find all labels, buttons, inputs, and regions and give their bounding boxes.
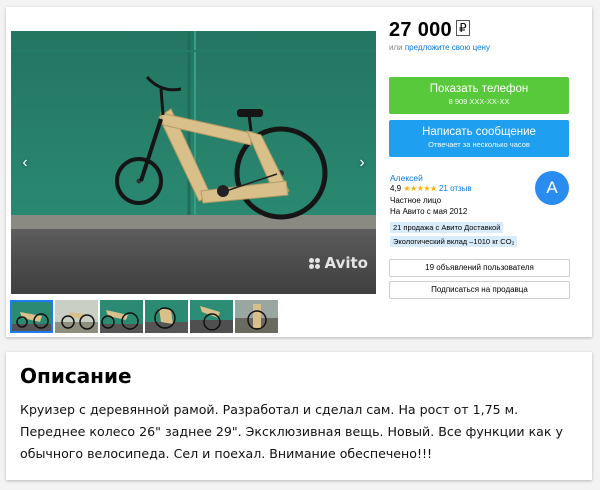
- reviews-link[interactable]: 21 отзыв: [439, 184, 472, 193]
- description-title: Описание: [20, 364, 132, 388]
- send-message-button[interactable]: Написать сообщение Отвечает за несколько…: [389, 120, 569, 157]
- thumbnail-strip: [10, 300, 278, 333]
- show-phone-button[interactable]: Показать телефон 8 909 ХХХ-ХХ-ХХ: [389, 77, 569, 114]
- rating-value: 4,9: [390, 184, 402, 193]
- chevron-right-icon[interactable]: ›: [354, 151, 370, 175]
- thumbnail[interactable]: [55, 300, 98, 333]
- user-ads-button[interactable]: 19 объявлений пользователя: [389, 259, 570, 277]
- phone-number-masked: 8 909 ХХХ-ХХ-ХХ: [448, 97, 510, 106]
- response-time: Отвечает за несколько часов: [428, 140, 530, 149]
- eco-badge: Экологический вклад –1010 кг CO₂: [390, 236, 518, 247]
- thumbnail[interactable]: [145, 300, 188, 333]
- show-phone-label: Показать телефон: [429, 83, 529, 95]
- ruble-icon: ₽: [455, 20, 470, 36]
- offer-prefix: или: [389, 43, 403, 52]
- thumbnail[interactable]: [10, 300, 53, 333]
- subscribe-button[interactable]: Подписаться на продавца: [389, 281, 570, 299]
- seller-rating: 4,9 ★★★★★ 21 отзыв: [390, 184, 472, 193]
- send-message-label: Написать сообщение: [422, 126, 536, 138]
- listing-card: ‹ › Avito 27 000₽ или предложите свою ц: [6, 7, 592, 337]
- price-value: 27 000: [389, 19, 452, 41]
- price-offer: или предложите свою цену: [389, 43, 490, 52]
- seller-name-link[interactable]: Алексей: [390, 173, 423, 183]
- star-rating-icon: ★★★★★: [403, 184, 437, 193]
- description-card: Описание Круизер с деревянной рамой. Раз…: [6, 352, 592, 480]
- chevron-left-icon[interactable]: ‹: [17, 151, 33, 175]
- watermark-text: Avito: [324, 254, 368, 272]
- thumbnail[interactable]: [190, 300, 233, 333]
- thumbnail[interactable]: [235, 300, 278, 333]
- avito-watermark: Avito: [308, 254, 368, 272]
- seller-since: На Авито с мая 2012: [390, 207, 468, 216]
- description-text: Круизер с деревянной рамой. Разработал и…: [20, 402, 563, 461]
- price: 27 000 ₽: [389, 19, 470, 42]
- delivery-badge: 21 продажа с Авито Доставкой: [390, 222, 504, 233]
- seller-type: Частное лицо: [390, 196, 442, 205]
- avatar[interactable]: А: [535, 171, 569, 205]
- photo-gallery[interactable]: ‹ › Avito: [11, 31, 376, 294]
- offer-price-link[interactable]: предложите свою цену: [405, 43, 490, 52]
- thumbnail[interactable]: [100, 300, 143, 333]
- avito-logo-icon: [308, 257, 323, 269]
